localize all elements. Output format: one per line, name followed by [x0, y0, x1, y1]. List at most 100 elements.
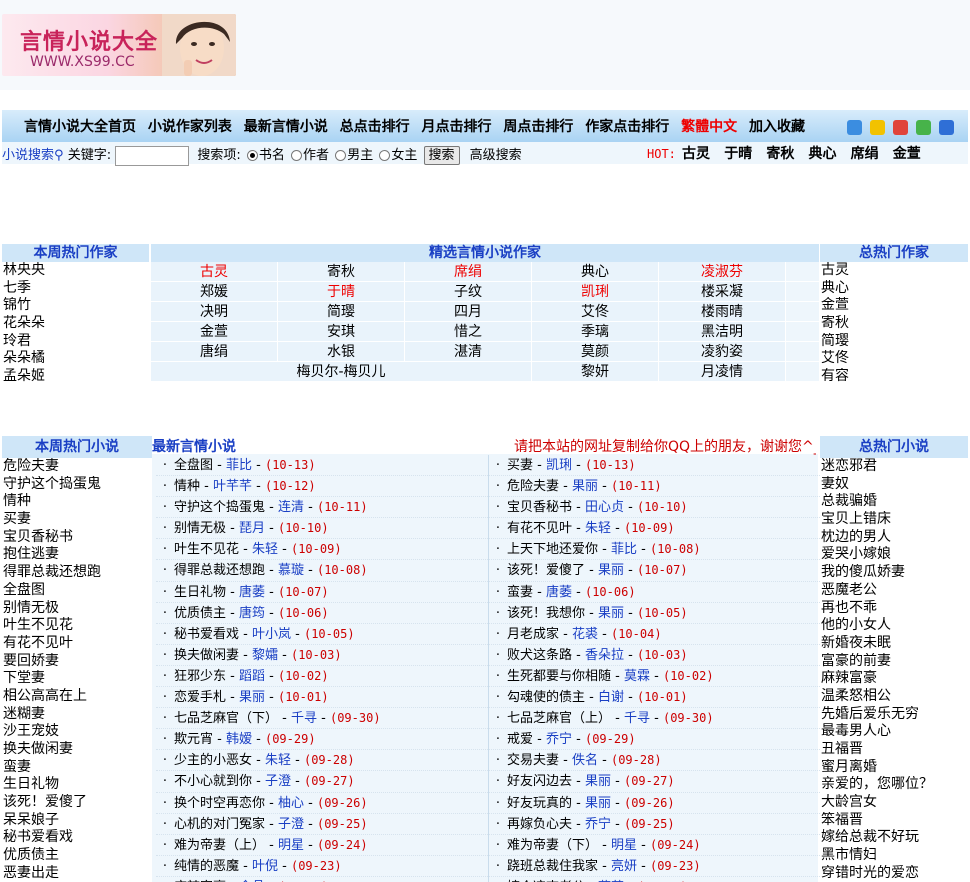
author-link[interactable]: 古灵 [820, 262, 968, 280]
author-link[interactable]: 叶倪 [252, 859, 278, 874]
novel-link[interactable]: 蜜月离婚 [820, 759, 968, 777]
author-link[interactable]: 子纹 [405, 282, 532, 301]
novel-title-link[interactable]: 狂邪少东 [174, 669, 226, 684]
author-link[interactable]: 朱轻 [265, 753, 291, 768]
novel-link[interactable]: 黑市情妇 [820, 847, 968, 865]
novel-link[interactable]: 要回娇妻 [2, 653, 152, 671]
search-button[interactable]: 搜索 [423, 146, 460, 165]
novel-link[interactable]: 先婚后爱乐无穷 [820, 706, 968, 724]
author-link[interactable]: 郑媛 [151, 282, 278, 301]
author-link[interactable]: 艾佟 [820, 350, 968, 368]
wechat-icon[interactable] [916, 120, 931, 135]
author-link[interactable]: 唐绢 [151, 342, 278, 361]
author-link[interactable]: 典心 [532, 262, 659, 281]
advanced-search-link[interactable]: 高级搜索 [470, 148, 522, 163]
novel-title-link[interactable]: 该死！爱傻了 [507, 563, 585, 578]
nav-total-clicks[interactable]: 总点击排行 [340, 119, 410, 135]
author-link[interactable]: 惜之 [405, 322, 532, 341]
radio-author[interactable] [291, 150, 303, 161]
author-link[interactable]: 唐萎 [239, 585, 265, 600]
novel-title-link[interactable]: 危险夫妻 [507, 479, 559, 494]
author-link[interactable]: 凯琍 [546, 458, 572, 473]
author-link[interactable]: 花裘 [572, 627, 598, 642]
novel-title-link[interactable]: 别情无极 [174, 521, 226, 536]
novel-link[interactable]: 爱哭小嫁娘 [820, 546, 968, 564]
author-link[interactable]: 果丽 [239, 690, 265, 705]
novel-title-link[interactable]: 买妻 [507, 458, 533, 473]
author-link[interactable]: 唐萎 [546, 585, 572, 600]
novel-link[interactable]: 穿错时光的爱恋 [820, 865, 968, 882]
novel-link[interactable]: 优质债主 [2, 847, 152, 865]
novel-link[interactable]: 恶魔老公 [820, 582, 968, 600]
nav-bookmark[interactable]: 加入收藏 [749, 119, 805, 135]
author-link[interactable]: 唐筠 [239, 606, 265, 621]
novel-title-link[interactable]: 上天下地还爱你 [507, 542, 598, 557]
novel-link[interactable]: 有花不见叶 [2, 635, 152, 653]
weibo-icon[interactable] [893, 120, 908, 135]
novel-link[interactable]: 枕边的男人 [820, 529, 968, 547]
novel-title-link[interactable]: 交易夫妻 [507, 753, 559, 768]
author-link[interactable]: 乔宁 [546, 732, 572, 747]
author-link[interactable]: 明星 [278, 838, 304, 853]
author-link[interactable]: 乔宁 [585, 817, 611, 832]
novel-link[interactable]: 呆呆娘子 [2, 812, 152, 830]
author-link[interactable]: 七季 [2, 280, 149, 298]
add-icon[interactable] [847, 120, 862, 135]
author-link[interactable]: 明星 [611, 838, 637, 853]
hot-author-6[interactable]: 金萱 [893, 146, 921, 162]
author-link[interactable]: 果丽 [598, 563, 624, 578]
author-link[interactable]: 艾佟 [532, 302, 659, 321]
author-link[interactable]: 楼采凝 [659, 282, 786, 301]
hot-author-3[interactable]: 寄秋 [766, 146, 794, 162]
author-link[interactable]: 田心贞 [585, 500, 624, 515]
novel-link[interactable]: 温柔怒相公 [820, 688, 968, 706]
author-link[interactable]: 古灵 [151, 262, 278, 281]
author-link[interactable]: 凌淑芬 [659, 262, 786, 281]
author-link[interactable]: 菲比 [226, 458, 252, 473]
author-link[interactable]: 花朵朵 [2, 315, 149, 333]
novel-title-link[interactable]: 秘书爱看戏 [174, 627, 239, 642]
novel-title-link[interactable]: 换个时空再恋你 [174, 796, 265, 811]
novel-title-link[interactable]: 得罪总裁还想跑 [174, 563, 265, 578]
author-link[interactable]: 韩嫒 [226, 732, 252, 747]
novel-link[interactable]: 蛮妻 [2, 759, 152, 777]
novel-title-link[interactable]: 戒爱 [507, 732, 533, 747]
novel-title-link[interactable]: 好友闪边去 [507, 774, 572, 789]
novel-title-link[interactable]: 败犬这条路 [507, 648, 572, 663]
novel-title-link[interactable]: 七品芝麻官（上） [507, 711, 611, 726]
novel-link[interactable]: 迷恋邪君 [820, 458, 968, 476]
author-link[interactable]: 叶小岚 [252, 627, 291, 642]
novel-title-link[interactable]: 该死！我想你 [507, 606, 585, 621]
novel-link[interactable]: 他的小女人 [820, 617, 968, 635]
novel-title-link[interactable]: 难为帝妻（上） [174, 838, 265, 853]
star-icon[interactable] [870, 120, 885, 135]
novel-link[interactable]: 妻奴 [820, 476, 968, 494]
novel-link[interactable]: 危险夫妻 [2, 458, 152, 476]
novel-link[interactable]: 恶妻出走 [2, 865, 152, 882]
author-link[interactable]: 黎妍 [532, 362, 659, 381]
novel-title-link[interactable]: 心机的对门冤家 [174, 817, 265, 832]
author-link[interactable]: 湛清 [405, 342, 532, 361]
novel-link[interactable]: 最毒男人心 [820, 723, 968, 741]
novel-link[interactable]: 迷糊妻 [2, 706, 152, 724]
nav-month-clicks[interactable]: 月点击排行 [422, 119, 492, 135]
novel-link[interactable]: 相公高高在上 [2, 688, 152, 706]
novel-link[interactable]: 全盘图 [2, 582, 152, 600]
novel-title-link[interactable]: 恋爱手札 [174, 690, 226, 705]
author-link[interactable]: 朵朵橘 [2, 350, 149, 368]
novel-link[interactable]: 买妻 [2, 511, 152, 529]
author-link[interactable]: 凌豹姿 [659, 342, 786, 361]
author-link[interactable]: 黎孀 [252, 648, 278, 663]
author-link[interactable]: 菲比 [611, 542, 637, 557]
novel-title-link[interactable]: 不小心就到你 [174, 774, 252, 789]
keyword-input[interactable] [115, 145, 190, 166]
author-link[interactable]: 亮妍 [611, 859, 637, 874]
author-link[interactable]: 楼雨晴 [659, 302, 786, 321]
novel-link[interactable]: 再也不乖 [820, 600, 968, 618]
novel-title-link[interactable]: 欺元宵 [174, 732, 213, 747]
author-link[interactable]: 林央央 [2, 262, 149, 280]
novel-title-link[interactable]: 少主的小恶女 [174, 753, 252, 768]
novel-title-link[interactable]: 勾魂使的债主 [507, 690, 585, 705]
author-link[interactable]: 香朵拉 [585, 648, 624, 663]
site-logo[interactable]: 言情小说大全 WWW.XS99.CC [2, 14, 236, 76]
